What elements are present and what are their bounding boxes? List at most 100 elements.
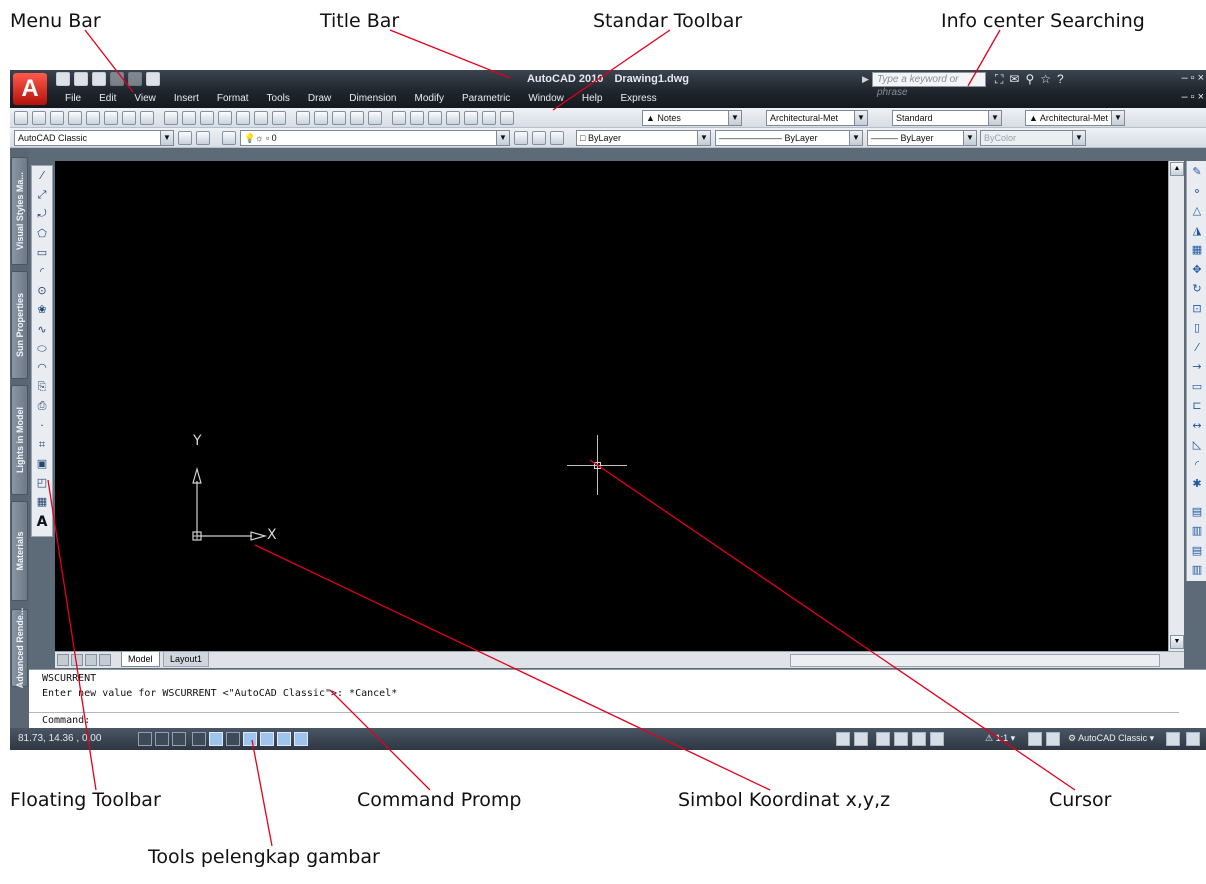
rotate-icon[interactable]: ↻ [1190, 282, 1204, 296]
drawing-canvas[interactable]: Y X [55, 161, 1168, 651]
ortho-mode-toggle[interactable] [172, 732, 186, 746]
undo-icon[interactable] [110, 72, 124, 86]
vertical-scrollbar[interactable]: ▲ ▼ [1168, 161, 1184, 651]
infocenter-search-input[interactable]: Type a keyword or phrase [872, 72, 986, 98]
scale-icon[interactable]: ⊡ [1190, 302, 1204, 316]
cut-icon[interactable] [164, 111, 178, 125]
dim-style-select[interactable]: Architectural-Met ▼ [766, 110, 868, 126]
copy-object-icon[interactable]: ⚬ [1190, 185, 1204, 199]
pan-realtime-icon[interactable] [314, 111, 328, 125]
plot-icon[interactable] [68, 111, 82, 125]
ellipse-icon[interactable]: ⬭ [35, 342, 49, 356]
lineweight-toggle[interactable] [294, 732, 308, 746]
layer-select[interactable]: 💡☼ ▫ 0 ▼ [240, 130, 510, 146]
plot-preview-icon[interactable] [86, 111, 100, 125]
menu-item-help[interactable]: Help [573, 92, 612, 106]
palette-tab-5[interactable]: Advanced Rende... [11, 608, 28, 688]
menu-item-format[interactable]: Format [208, 92, 258, 106]
object-snap-tracking-toggle[interactable] [243, 732, 257, 746]
open-icon[interactable] [74, 72, 88, 86]
line-icon[interactable]: ⁄ [35, 169, 49, 183]
insert-block-icon[interactable]: ⎘ [35, 380, 49, 394]
3d-print-icon[interactable] [122, 111, 136, 125]
last-tab-icon[interactable] [99, 654, 111, 666]
zoom-previous-icon[interactable] [368, 111, 382, 125]
save-icon[interactable] [50, 111, 64, 125]
mleader-style-select[interactable]: ▲ Architectural-Met ▼ [1025, 110, 1125, 126]
grid-display-toggle[interactable] [155, 732, 169, 746]
table-style-select[interactable]: Standard ▼ [892, 110, 1002, 126]
annotation-scale[interactable]: ⚠ 1:1 ▾ [985, 733, 1015, 744]
fillet-icon[interactable]: ◜ [1190, 458, 1204, 472]
lock-icon[interactable] [1166, 732, 1180, 746]
menu-item-file[interactable]: File [56, 92, 90, 106]
paste-icon[interactable] [200, 111, 214, 125]
polygon-icon[interactable]: ⬠ [35, 227, 49, 241]
layer-properties-icon[interactable] [222, 131, 236, 145]
workspace-select[interactable]: AutoCAD Classic ▼ [14, 130, 174, 146]
copy-icon[interactable] [182, 111, 196, 125]
model-space-icon[interactable] [836, 732, 850, 746]
doc-window-controls[interactable]: – ▫ × [1181, 91, 1204, 103]
dynamic-input-toggle[interactable] [277, 732, 291, 746]
break-icon[interactable]: ⊏ [1190, 399, 1204, 413]
tool-palettes-icon[interactable] [428, 111, 442, 125]
redo-icon[interactable] [128, 72, 142, 86]
design-web-icon[interactable] [140, 111, 154, 125]
draw-order-front-icon[interactable]: ▤ [1190, 505, 1204, 519]
undo-icon[interactable] [272, 111, 286, 125]
match-properties-icon[interactable] [236, 111, 250, 125]
workspace-settings-icon[interactable] [178, 131, 192, 145]
workspace-switcher[interactable]: ⚙ AutoCAD Classic ▾ [1068, 733, 1154, 744]
chamfer-icon[interactable]: ◺ [1190, 438, 1204, 452]
mirror-icon[interactable]: △ [1190, 204, 1204, 218]
menu-item-parametric[interactable]: Parametric [453, 92, 519, 106]
arc-icon[interactable]: ◜ [35, 265, 49, 279]
next-tab-icon[interactable] [85, 654, 97, 666]
layer-state-icon[interactable] [550, 131, 564, 145]
zoom-window-icon[interactable] [350, 111, 364, 125]
palette-tab-4[interactable]: Materials [11, 501, 28, 601]
zoom-realtime-icon[interactable] [332, 111, 346, 125]
menu-item-dimension[interactable]: Dimension [340, 92, 405, 106]
object-snap-toggle[interactable] [209, 732, 223, 746]
command-prompt-input[interactable]: Command: [42, 715, 90, 726]
palette-tab-3[interactable]: Lights in Model [11, 385, 28, 495]
menu-item-view[interactable]: View [125, 92, 165, 106]
redo-icon[interactable] [296, 111, 310, 125]
join-icon[interactable]: ↔ [1190, 419, 1204, 433]
array-icon[interactable]: ▦ [1190, 243, 1204, 257]
binoculars-icon[interactable]: ⛶ [995, 72, 1003, 87]
new-icon[interactable] [56, 72, 70, 86]
help-icon[interactable]: ? [1057, 72, 1064, 87]
prev-tab-icon[interactable] [71, 654, 83, 666]
circle-icon[interactable]: ⊙ [35, 284, 49, 298]
send-under-icon[interactable]: ▥ [1190, 563, 1204, 577]
spline-icon[interactable]: ∿ [35, 323, 49, 337]
app-window-controls[interactable]: – ▫ × [1181, 72, 1204, 84]
paste-special-icon[interactable] [218, 111, 232, 125]
menu-item-modify[interactable]: Modify [406, 92, 453, 106]
make-current-layer-icon[interactable] [514, 131, 528, 145]
design-center-icon[interactable] [410, 111, 424, 125]
erase-icon[interactable]: ✎ [1190, 165, 1204, 179]
favorites-icon[interactable]: ☆ [1040, 72, 1051, 87]
scroll-up-icon[interactable]: ▲ [1170, 162, 1184, 176]
snap-mode-toggle[interactable] [138, 732, 152, 746]
plot-icon[interactable] [146, 72, 160, 86]
pan-icon[interactable] [876, 732, 890, 746]
break-at-point-icon[interactable]: ▭ [1190, 380, 1204, 394]
menu-item-window[interactable]: Window [519, 92, 573, 106]
table-icon[interactable]: ▦ [35, 495, 49, 509]
polyline-icon[interactable]: ⤾ [35, 207, 49, 221]
menu-item-edit[interactable]: Edit [90, 92, 125, 106]
tab-layout1[interactable]: Layout1 [163, 652, 210, 667]
draw-order-back-icon[interactable]: ▥ [1190, 524, 1204, 538]
menu-item-express[interactable]: Express [611, 92, 665, 106]
clean-screen-icon[interactable] [1186, 732, 1200, 746]
save-icon[interactable] [92, 72, 106, 86]
trim-icon[interactable]: ⁄ [1190, 341, 1204, 355]
layout-icon[interactable] [854, 732, 868, 746]
menu-item-draw[interactable]: Draw [299, 92, 340, 106]
infocenter-expand-icon[interactable]: ▶ [862, 74, 869, 85]
